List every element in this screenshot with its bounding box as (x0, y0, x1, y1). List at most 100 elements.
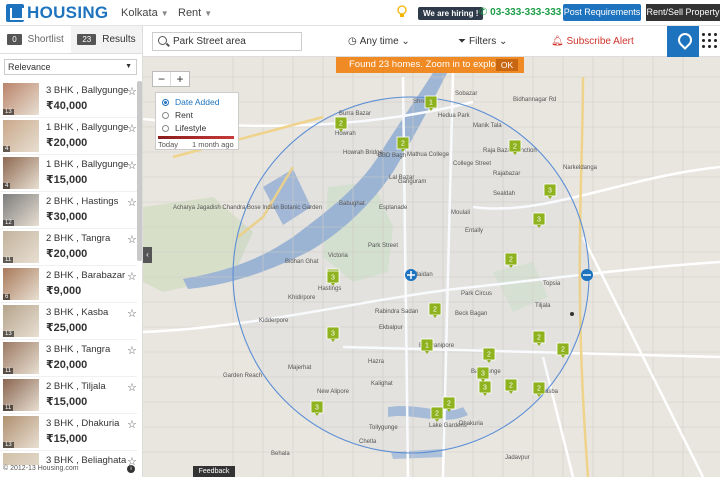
map-area-label: Rajabazar (493, 171, 520, 177)
filters-dropdown[interactable]: ⏷ Filters ⌄ (458, 36, 507, 47)
map-area-label: Garden Reach (223, 373, 262, 379)
list-item[interactable]: 6 2 BHK , Barabazar ₹9,000 ☆ (0, 266, 137, 303)
list-item[interactable]: 11 2 BHK , Tangra ₹20,000 ☆ (0, 229, 137, 266)
photo-count: 6 (3, 294, 11, 300)
list-item[interactable]: 13 3 BHK , Ballygunge ₹40,000 ☆ (0, 81, 137, 118)
banner-ok-button[interactable]: OK (496, 59, 518, 71)
map-area-label: Tiljala (535, 303, 551, 309)
listing-title[interactable]: 2 BHK , Barabazar (46, 270, 125, 281)
marker-count: 3 (548, 188, 552, 195)
listing-title[interactable]: 3 BHK , Tangra (46, 344, 110, 355)
layer-date-added[interactable]: Date Added (162, 97, 232, 107)
subscribe-alert-button[interactable]: 🔔︎ Subscribe Alert (551, 36, 634, 47)
listing-title[interactable]: 2 BHK , Hastings (46, 196, 118, 207)
chevron-down-icon: ▼ (125, 63, 132, 70)
star-icon[interactable]: ☆ (127, 233, 137, 246)
radio-icon (162, 124, 169, 132)
listing-title[interactable]: 3 BHK , Ballygunge (46, 85, 128, 96)
subscribe-alert-label: Subscribe Alert (566, 36, 634, 47)
feedback-button[interactable]: Feedback (193, 466, 235, 477)
tab-results[interactable]: 23 Results (71, 26, 142, 53)
bell-icon: 🔔︎ (551, 36, 564, 47)
any-time-dropdown[interactable]: ◷ Any time ⌄ (348, 36, 410, 47)
rent-sell-button[interactable]: Rent/Sell Property (646, 4, 720, 21)
hiring-badge[interactable]: We are hiring ! (418, 7, 484, 20)
top-bar: HOUSING Kolkata ▼ Rent ▼ We are hiring ! ✆… (0, 0, 720, 26)
map-canvas[interactable]: Burra Bazar Howrah Howrah Bridge Mathua Col… (143, 57, 720, 477)
listing-title[interactable]: 2 BHK , Tangra (46, 233, 110, 244)
banner-text: Found 23 homes. Zoom in to explore (349, 59, 505, 70)
listing-photo[interactable]: 13 (3, 83, 39, 115)
layer-label: Date Added (175, 97, 220, 107)
zoom-in-button[interactable]: + (171, 72, 189, 86)
list-item[interactable]: 13 3 BHK , Kasba ₹25,000 ☆ (0, 303, 137, 340)
list-item[interactable]: 12 2 BHK , Hastings ₹30,000 ☆ (0, 192, 137, 229)
listing-photo[interactable]: 13 (3, 305, 39, 337)
listing-title[interactable]: 3 BHK , Dhakuria (46, 418, 119, 429)
map-area-label: Hedua Park (438, 113, 471, 119)
tab-shortlist[interactable]: 0 Shortlist (0, 26, 71, 53)
listing-photo[interactable]: 6 (3, 268, 39, 300)
time-from-label: Today (158, 140, 179, 149)
collapse-sidebar-button[interactable]: ‹ (143, 247, 152, 263)
layer-label: Lifestyle (175, 123, 207, 133)
mode-dropdown[interactable]: Rent ▼ (178, 7, 212, 19)
star-icon[interactable]: ☆ (127, 159, 137, 172)
marker-count: 2 (561, 347, 565, 354)
listing-price: ₹9,000 (46, 285, 82, 297)
map-area-label: Acharya Jagadish Chandra Bose Indian Bot… (173, 205, 322, 211)
lightbulb-icon[interactable] (396, 5, 408, 19)
city-dropdown[interactable]: Kolkata ▼ (121, 7, 169, 19)
map-area-label: Chetla (359, 439, 377, 445)
list-item[interactable]: 13 3 BHK , Dhakuria ₹15,000 ☆ (0, 414, 137, 451)
star-icon[interactable]: ☆ (127, 381, 137, 394)
star-icon[interactable]: ☆ (127, 344, 137, 357)
listing-title[interactable]: 1 BHK , Ballygunge (46, 122, 128, 133)
phone-icon: ✆ (479, 7, 488, 18)
map-area-label: Howrah (335, 131, 356, 137)
listing-photo[interactable]: 11 (3, 231, 39, 263)
listing-photo[interactable]: 11 (3, 379, 39, 411)
star-icon[interactable]: ☆ (127, 196, 137, 209)
marker-count: 2 (509, 383, 513, 390)
housing-logo[interactable]: HOUSING (6, 3, 108, 22)
star-icon[interactable]: ☆ (127, 307, 137, 320)
star-icon[interactable]: ☆ (127, 122, 137, 135)
sort-select[interactable]: Relevance ▼ (4, 59, 137, 75)
listing-title[interactable]: 1 BHK , Ballygunge (46, 159, 128, 170)
listing-photo[interactable]: 12 (3, 194, 39, 226)
any-time-label: Any time (359, 36, 399, 47)
list-item[interactable]: 4 1 BHK , Ballygunge ₹15,000 ☆ (0, 155, 137, 192)
map-area-label: Park Circus (461, 291, 492, 297)
listing-photo[interactable]: 11 (3, 342, 39, 374)
location-pin-button[interactable] (667, 26, 699, 57)
listing-title[interactable]: 3 BHK , Kasba (46, 307, 108, 318)
list-item[interactable]: 4 1 BHK , Ballygunge ₹20,000 ☆ (0, 118, 137, 155)
zoom-out-button[interactable]: − (153, 72, 171, 86)
map-area-label: Mathua College (407, 152, 450, 158)
layer-lifestyle[interactable]: Lifestyle (162, 123, 232, 133)
post-requirements-button[interactable]: Post Requirements (563, 4, 641, 21)
star-icon[interactable]: ☆ (127, 418, 137, 431)
search-input[interactable]: Park Street area (152, 32, 302, 51)
list-scrollbar[interactable] (137, 81, 142, 261)
layer-rent[interactable]: Rent (162, 110, 232, 120)
marker-count: 3 (331, 331, 335, 338)
marker-count: 2 (537, 386, 541, 393)
marker-count: 2 (433, 307, 437, 314)
results-count: 23 (77, 34, 97, 45)
chevron-down-icon: ▼ (160, 9, 169, 18)
grid-menu-icon[interactable] (701, 32, 719, 50)
star-icon[interactable]: ☆ (127, 85, 137, 98)
list-item[interactable]: 11 2 BHK , Tiljala ₹15,000 ☆ (0, 377, 137, 414)
listing-photo[interactable]: 13 (3, 416, 39, 448)
star-icon[interactable]: ☆ (127, 270, 137, 283)
listing-photo[interactable]: 4 (3, 157, 39, 189)
list-item[interactable]: 11 3 BHK , Tangra ₹20,000 ☆ (0, 340, 137, 377)
map-area-label: Beck Bagan (455, 311, 487, 317)
listing-price: ₹15,000 (46, 174, 88, 186)
listing-photo[interactable]: 4 (3, 120, 39, 152)
listing-title[interactable]: 2 BHK , Tiljala (46, 381, 106, 392)
info-icon[interactable]: i (127, 465, 135, 473)
search-icon (158, 36, 167, 45)
